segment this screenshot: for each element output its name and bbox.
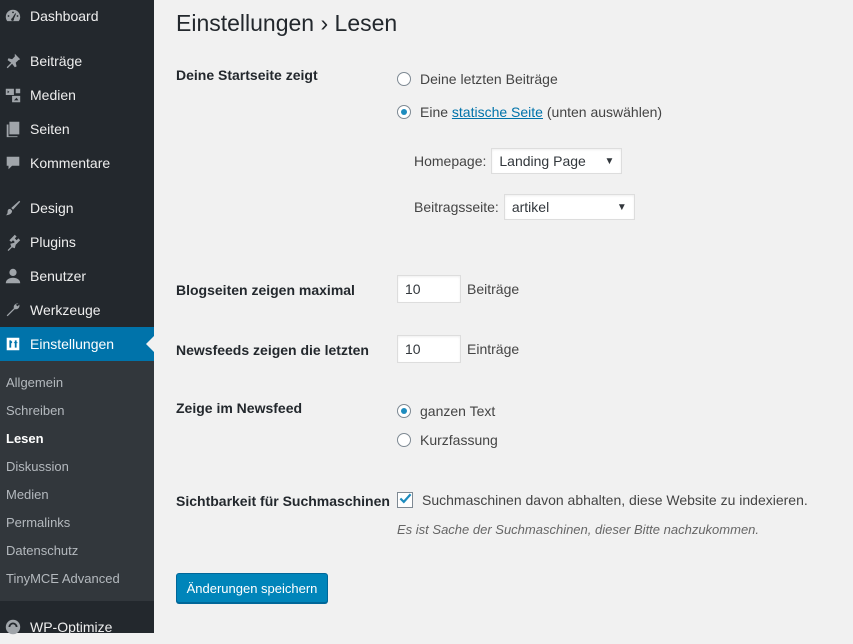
menu-label: Einstellungen [30, 336, 115, 352]
menu-item-wp-optimize[interactable]: WP-Optimize [0, 610, 154, 644]
radio-label-prefix: Eine [420, 104, 449, 120]
menu-label: Benutzer [30, 268, 87, 284]
radio-button[interactable] [397, 72, 411, 86]
dashboard-icon [3, 6, 23, 26]
chevron-down-icon: ▼ [604, 155, 615, 167]
radio-label: Deine letzten Beiträge [420, 71, 558, 87]
save-changes-button[interactable]: Änderungen speichern [176, 573, 328, 603]
menu-item-design[interactable]: Design [0, 191, 154, 225]
static-page-link[interactable]: statische Seite [452, 104, 543, 120]
menu-label: Plugins [30, 234, 76, 250]
menu-label: Medien [30, 87, 76, 103]
homepage-select-value: Landing Page [499, 153, 586, 169]
menu-item-pages[interactable]: Seiten [0, 112, 154, 146]
posts-page-row: Beitragsseite: artikel ▼ [414, 194, 635, 220]
submenu-item-reading[interactable]: Lesen [6, 430, 44, 448]
chevron-down-icon: ▼ [616, 201, 627, 213]
comment-icon [3, 153, 23, 173]
radio-summary[interactable]: Kurzfassung [397, 432, 498, 448]
radio-latest-posts[interactable]: Deine letzten Beiträge [397, 71, 558, 87]
media-icon [3, 85, 23, 105]
homepage-select[interactable]: Landing Page ▼ [491, 148, 623, 174]
submenu-item-discussion[interactable]: Diskussion [6, 458, 69, 476]
checkmark-icon [399, 493, 412, 504]
admin-sidebar: Dashboard Beiträge Medien Seiten Komment… [0, 0, 154, 635]
search-visibility-description: Es ist Sache der Suchmaschinen, dieser B… [397, 522, 760, 537]
menu-label: Kommentare [30, 155, 111, 171]
plugin-icon [3, 232, 23, 252]
menu-item-users[interactable]: Benutzer [0, 259, 154, 293]
blog-pages-unit: Beiträge [467, 281, 520, 297]
brush-icon [3, 198, 23, 218]
search-visibility-option[interactable]: Suchmaschinen davon abhalten, diese Webs… [397, 492, 808, 508]
menu-item-plugins[interactable]: Plugins [0, 225, 154, 259]
posts-page-select-value: artikel [511, 199, 550, 215]
blog-pages-label: Blogseiten zeigen maximal [176, 282, 355, 298]
submenu-item-media[interactable]: Medien [6, 486, 49, 504]
menu-label: Werkzeuge [30, 302, 101, 318]
menu-item-dashboard[interactable]: Dashboard [0, 0, 154, 33]
pin-icon [3, 51, 23, 71]
page-title: Einstellungen › Lesen [176, 10, 398, 36]
radio-button[interactable] [397, 105, 411, 119]
user-icon [3, 266, 23, 286]
submenu-item-tinymce[interactable]: TinyMCE Advanced [6, 570, 120, 588]
newsfeeds-input[interactable] [397, 335, 461, 363]
homepage-row: Homepage: Landing Page ▼ [414, 148, 623, 174]
pages-icon [3, 119, 23, 139]
menu-label: Beiträge [30, 53, 83, 69]
menu-item-settings[interactable]: Einstellungen [0, 327, 154, 361]
search-visibility-checkbox[interactable] [397, 492, 413, 508]
radio-button[interactable] [397, 433, 411, 447]
settings-submenu: Allgemein Schreiben Lesen Diskussion Med… [0, 361, 154, 601]
submenu-item-privacy[interactable]: Datenschutz [6, 542, 78, 560]
blog-pages-row: Beiträge [397, 275, 519, 303]
front-page-label: Deine Startseite zeigt [176, 67, 318, 83]
radio-label: ganzen Text [420, 403, 496, 419]
blog-pages-input[interactable] [397, 275, 461, 303]
checkbox-label: Suchmaschinen davon abhalten, diese Webs… [422, 492, 808, 508]
search-visibility-label: Sichtbarkeit für Suchmaschinen [176, 493, 390, 509]
radio-full-text[interactable]: ganzen Text [397, 403, 495, 419]
menu-item-comments[interactable]: Kommentare [0, 146, 154, 180]
wrench-icon [3, 300, 23, 320]
menu-item-media[interactable]: Medien [0, 78, 154, 112]
submenu-item-permalinks[interactable]: Permalinks [6, 514, 70, 532]
optimize-icon [3, 617, 23, 637]
radio-button[interactable] [397, 404, 411, 418]
menu-item-tools[interactable]: Werkzeuge [0, 293, 154, 327]
submenu-item-general[interactable]: Allgemein [6, 374, 63, 392]
radio-static-page[interactable]: Eine statische Seite (unten auswählen) [397, 104, 662, 120]
newsfeeds-row: Einträge [397, 335, 519, 363]
homepage-label: Homepage: [414, 153, 487, 169]
settings-icon [3, 334, 23, 354]
menu-label: Dashboard [30, 8, 99, 24]
menu-label: Seiten [30, 121, 70, 137]
posts-page-select[interactable]: artikel ▼ [503, 194, 635, 220]
newsfeeds-label: Newsfeeds zeigen die letzten [176, 342, 369, 358]
radio-label: Kurzfassung [420, 432, 498, 448]
menu-label: Design [30, 200, 74, 216]
feed-content-label: Zeige im Newsfeed [176, 400, 303, 416]
posts-page-label: Beitragsseite: [414, 199, 499, 215]
menu-item-posts[interactable]: Beiträge [0, 44, 154, 78]
submenu-item-writing[interactable]: Schreiben [6, 402, 65, 420]
newsfeeds-unit: Einträge [467, 341, 520, 357]
radio-label-suffix: (unten auswählen) [546, 104, 663, 120]
